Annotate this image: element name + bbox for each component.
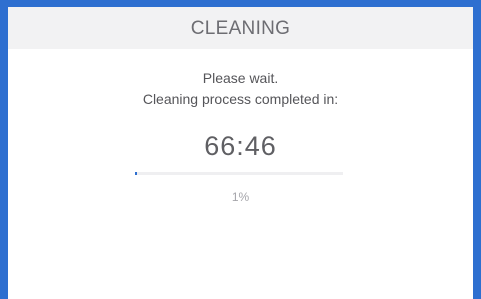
progress-bar [135, 172, 343, 175]
progress-bar-fill [135, 172, 138, 175]
status-message: Cleaning process completed in: [142, 91, 339, 107]
countdown-timer: 66:46 [204, 131, 277, 161]
dialog-title: CLEANING [190, 18, 291, 39]
progress-percent-label: 1% [231, 190, 250, 204]
dialog-content: Please wait. Cleaning process completed … [8, 49, 473, 299]
wait-message: Please wait. [202, 70, 279, 86]
cleaning-dialog: CLEANING Please wait. Cleaning process c… [0, 0, 481, 299]
dialog-header: CLEANING [8, 7, 473, 49]
